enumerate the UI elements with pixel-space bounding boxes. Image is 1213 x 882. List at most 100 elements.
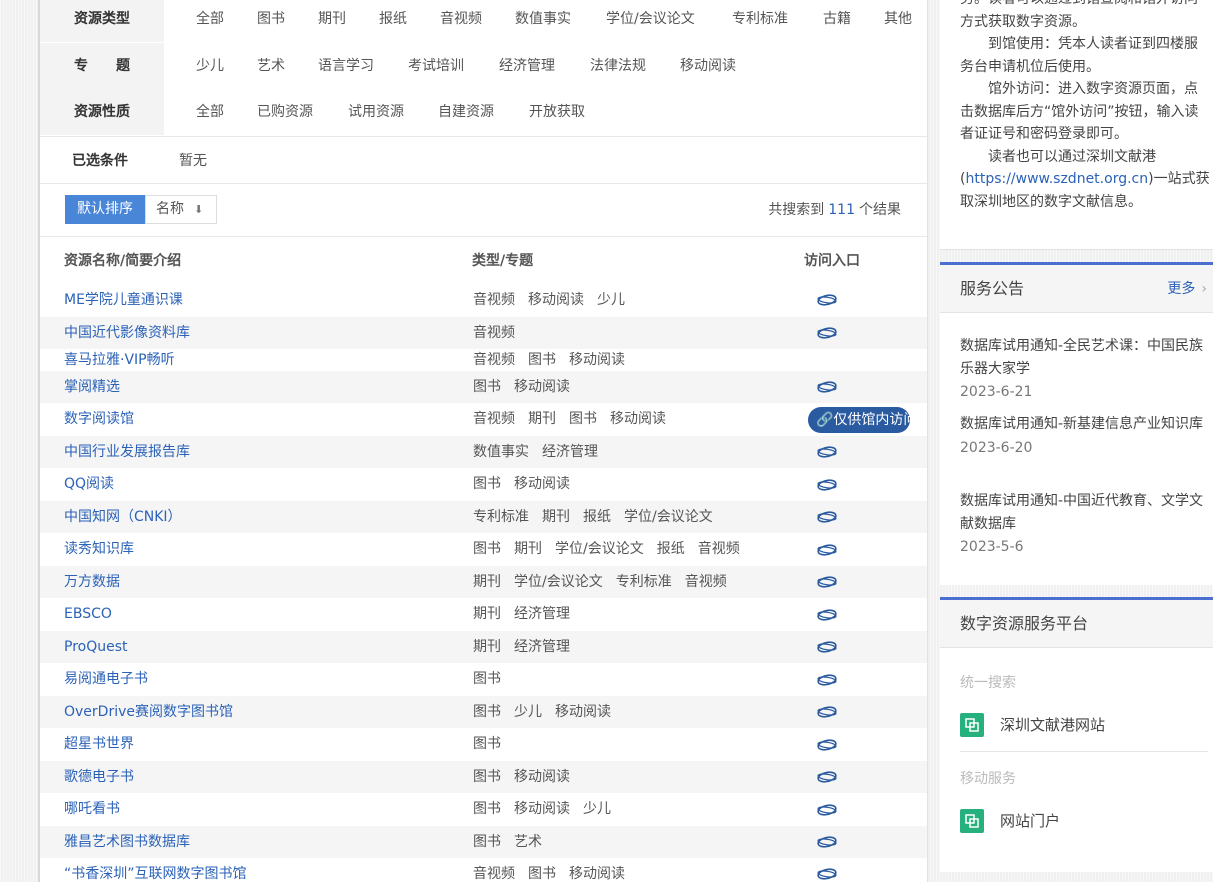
platform-panel: 数字资源服务平台 统一搜索 深圳文献港网站 移动服务 网站门户 — [940, 597, 1213, 872]
more-link[interactable]: 更多 › — [1167, 265, 1207, 313]
resource-type-tag: 艺术 — [514, 834, 542, 850]
filter-option[interactable]: 全部 — [196, 0, 224, 42]
sort-by-name-button[interactable]: 名称 ⬇ — [145, 195, 217, 224]
resource-name-link[interactable]: “书香深圳”互联网数字图书馆 — [64, 858, 247, 882]
filter-option[interactable]: 期刊 — [318, 0, 346, 42]
column-header-type: 类型/专题 — [472, 253, 534, 269]
filter-option[interactable]: 已购资源 — [257, 89, 313, 135]
filter-option[interactable]: 数值事实 — [515, 0, 571, 42]
notice-title[interactable]: 数据库试用通知-中国近代教育、文学文献数据库 — [960, 490, 1210, 535]
filter-option[interactable]: 图书 — [257, 0, 285, 42]
selected-conditions: 已选条件 暂无 — [40, 136, 927, 184]
filter-option[interactable]: 报纸 — [379, 0, 407, 42]
resource-name-link[interactable]: 万方数据 — [64, 566, 120, 598]
platform-category-label: 移动服务 — [960, 771, 1016, 787]
resource-name-link[interactable]: 哪吒看书 — [64, 793, 120, 826]
notice-title[interactable]: 数据库试用通知-新基建信息产业知识库 — [960, 413, 1210, 436]
access-link-icon[interactable] — [816, 704, 838, 724]
resource-name-link[interactable]: 掌阅精选 — [64, 371, 120, 403]
access-link-icon[interactable] — [816, 834, 838, 854]
filter-option[interactable]: 音视频 — [440, 0, 482, 42]
resource-name-link[interactable]: ME学院儿童通识课 — [64, 284, 183, 316]
resource-name-link[interactable]: 数字阅读馆 — [64, 403, 134, 436]
filter-option[interactable]: 语言学习 — [318, 43, 374, 89]
access-link-icon[interactable] — [816, 639, 838, 659]
access-link-icon[interactable] — [816, 737, 838, 757]
filter-option[interactable]: 其他 — [884, 0, 912, 42]
resource-types: 图书 移动阅读 — [473, 468, 583, 501]
notice-date: 2023-5-6 — [960, 539, 1024, 555]
resource-type-tag: 期刊 — [473, 639, 501, 655]
notice-item[interactable]: 数据库试用通知-全民艺术课：中国民族乐器大家学 2023-6-21 — [960, 335, 1210, 403]
resource-type-tag: 期刊 — [473, 574, 501, 590]
resource-types: 音视频 — [473, 317, 528, 349]
result-count-prefix: 共搜索到 — [768, 202, 825, 218]
filter-option[interactable]: 移动阅读 — [680, 43, 736, 89]
resource-name-link[interactable]: 雅昌艺术图书数据库 — [64, 826, 190, 858]
resource-type-tag: 音视频 — [473, 866, 515, 882]
filter-option[interactable]: 少儿 — [196, 43, 224, 89]
notice-item[interactable]: 数据库试用通知-新基建信息产业知识库 2023-6-20 — [960, 413, 1210, 459]
filter-option[interactable]: 古籍 — [823, 0, 851, 42]
resource-name-link[interactable]: 中国近代影像资料库 — [64, 317, 190, 349]
resource-types: 音视频 移动阅读 少儿 — [473, 284, 638, 316]
access-link-icon[interactable] — [816, 444, 838, 464]
resource-name-link[interactable]: ProQuest — [64, 631, 128, 663]
table-row: EBSCO 期刊 经济管理 — [40, 598, 927, 631]
filter-option[interactable]: 自建资源 — [438, 89, 494, 135]
table-row: 易阅通电子书 图书 — [40, 663, 927, 696]
resource-name-link[interactable]: 喜马拉雅·VIP畅听 — [64, 349, 175, 371]
filter-option[interactable]: 学位/会议论文 — [606, 0, 695, 42]
resource-name-link[interactable]: 易阅通电子书 — [64, 663, 148, 696]
access-link-icon[interactable] — [816, 325, 838, 345]
szdnet-link[interactable]: https://www.szdnet.org.cn — [965, 171, 1148, 187]
access-link-icon[interactable] — [816, 574, 838, 594]
table-row: 掌阅精选 图书 移动阅读 — [40, 371, 927, 403]
resource-name-link[interactable]: EBSCO — [64, 598, 112, 631]
filter-option[interactable]: 艺术 — [257, 43, 285, 89]
resource-name-link[interactable]: 歌德电子书 — [64, 761, 134, 793]
resource-name-link[interactable]: 中国行业发展报告库 — [64, 436, 190, 468]
more-label: 更多 — [1167, 281, 1196, 297]
filter-option[interactable]: 法律法规 — [590, 43, 646, 89]
resource-type-tag: 少儿 — [514, 704, 542, 720]
access-link-icon[interactable] — [816, 477, 838, 497]
notice-title[interactable]: 数据库试用通知-全民艺术课：中国民族乐器大家学 — [960, 335, 1210, 380]
access-link-icon[interactable] — [816, 542, 838, 562]
resource-name-link[interactable]: 超星书世界 — [64, 728, 134, 761]
resource-name-link[interactable]: 读秀知识库 — [64, 533, 134, 566]
resource-type-tag: 移动阅读 — [610, 411, 666, 427]
resource-type-tag: 移动阅读 — [569, 352, 625, 368]
result-count-number: 111 — [828, 202, 855, 218]
resource-type-tag: 期刊 — [473, 606, 501, 622]
in-library-only-badge[interactable]: 🔗仅供馆内访问 — [808, 406, 910, 433]
resource-type-tag: 图书 — [569, 411, 597, 427]
access-link-icon[interactable] — [816, 379, 838, 399]
sort-default-button[interactable]: 默认排序 — [65, 195, 145, 224]
resource-types: 图书 — [473, 728, 514, 761]
resource-type-tag: 学位/会议论文 — [555, 541, 644, 557]
resource-type-tag: 音视频 — [684, 574, 727, 590]
access-link-icon[interactable] — [816, 769, 838, 789]
filter-row-nature: 资源性质 全部 已购资源 试用资源 自建资源 开放获取 — [40, 89, 927, 135]
filter-option[interactable]: 考试培训 — [408, 43, 464, 89]
notice-item[interactable]: 数据库试用通知-中国近代教育、文学文献数据库 2023-5-6 — [960, 490, 1210, 558]
filter-option[interactable]: 经济管理 — [499, 43, 555, 89]
resource-type-tag: 图书 — [473, 801, 501, 817]
filter-option[interactable]: 试用资源 — [348, 89, 404, 135]
resource-name-link[interactable]: OverDrive赛阅数字图书馆 — [64, 696, 233, 728]
resource-name-link[interactable]: 中国知网（CNKI） — [64, 501, 182, 533]
access-link-icon[interactable] — [816, 509, 838, 529]
access-link-icon[interactable] — [816, 672, 838, 692]
filter-option[interactable]: 专利标准 — [732, 0, 788, 42]
access-link-icon[interactable] — [816, 866, 838, 882]
access-link-icon[interactable] — [816, 607, 838, 627]
access-link-icon[interactable] — [816, 802, 838, 822]
resource-types: 图书 移动阅读 — [473, 761, 583, 793]
filter-option[interactable]: 全部 — [196, 89, 224, 135]
table-row: 中国近代影像资料库 音视频 — [40, 317, 927, 349]
access-link-icon[interactable] — [816, 292, 838, 312]
filter-option[interactable]: 开放获取 — [529, 89, 585, 135]
resource-type-tag: 图书 — [528, 352, 556, 368]
resource-name-link[interactable]: QQ阅读 — [64, 468, 114, 501]
